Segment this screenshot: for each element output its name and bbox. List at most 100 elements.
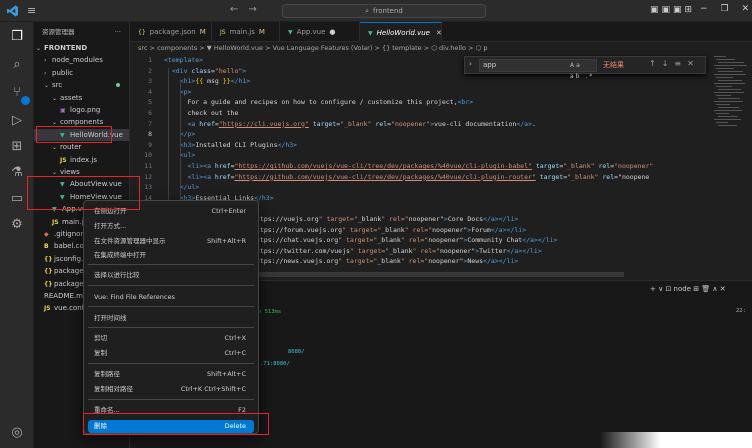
minimize-icon[interactable]: −	[700, 4, 721, 14]
tab-main-js[interactable]: JS main.js M	[212, 22, 280, 42]
code-line: <h3>Installed CLI Plugins</h3>	[179, 140, 298, 149]
account-icon[interactable]: ◎	[8, 424, 26, 442]
context-menu-item[interactable]: 删除 Delete	[88, 420, 254, 433]
code-line: ttps://chat.vuejs.org" target="_blank" r…	[256, 236, 558, 245]
minimap-line	[718, 62, 744, 63]
find-options[interactable]: Aa ab .*	[570, 60, 596, 82]
context-menu-item[interactable]: 在集成终端中打开	[88, 249, 254, 262]
img-file-icon: ▣	[60, 107, 66, 114]
chevron-down-icon[interactable]: ⌄	[36, 43, 44, 55]
context-menu-item[interactable]: 打开时间线	[88, 312, 254, 325]
tree-item[interactable]: › public	[34, 67, 129, 80]
more-actions-icon[interactable]: ···	[115, 22, 121, 42]
tree-item[interactable]: ▼ AboutView.vue	[34, 178, 129, 190]
find-result-status: 无结果	[603, 61, 624, 69]
menu-separator	[88, 363, 254, 364]
command-center-search[interactable]: ⌕ frontend	[282, 4, 486, 18]
tree-item[interactable]: ⌄ components	[34, 116, 129, 129]
extensions-icon[interactable]: ⊞	[8, 138, 26, 156]
tab-state-badge: M	[258, 28, 265, 36]
tree-item-label: index.js	[70, 155, 97, 164]
next-match-icon[interactable]: ↓	[662, 59, 675, 68]
panel-toolbar[interactable]: + ∨ ⊡ node ⊞ 🗑 ∧ ✕	[650, 285, 726, 293]
tree-item[interactable]: ⌄ src	[34, 79, 129, 92]
gitlens-icon[interactable]: ⚙	[8, 216, 26, 234]
context-menu-item[interactable]: 剪切 Ctrl+X	[88, 332, 254, 345]
breadcrumb[interactable]: src > components > ▼ HelloWorld.vue > Vu…	[130, 42, 752, 54]
tree-item-label: AboutView.vue	[70, 180, 122, 189]
previous-match-icon[interactable]: ↑	[649, 59, 662, 68]
remote-explorer-icon[interactable]: ▭	[8, 190, 26, 208]
tab-helloworld-vue[interactable]: ▼ HelloWorld.vue ✕	[360, 22, 442, 42]
code-line: ttps://news.vuejs.org" target="_blank" r…	[256, 257, 519, 266]
minimap[interactable]	[714, 54, 752, 134]
tree-item[interactable]: ⌄ FRONTEND	[34, 42, 129, 55]
chevron-down-icon[interactable]: ⌄	[52, 142, 60, 154]
search-text: frontend	[373, 7, 403, 15]
toggle-secondary-sidebar-icon[interactable]: ▣	[673, 5, 685, 15]
context-menu-item[interactable]: Vue: Find File References	[88, 291, 254, 304]
nav-arrows: ←→	[230, 4, 267, 15]
chevron-down-icon[interactable]: ⌄	[52, 93, 60, 105]
terminal-time: 22:	[736, 308, 746, 314]
activity-bar: ❐ ⌕ ⑂ ▷ ⊞ ⚗ ▭ ⚙ ◎	[0, 22, 34, 448]
run-debug-icon[interactable]: ▷	[8, 112, 26, 130]
context-menu-item[interactable]: 复制 Ctrl+C	[88, 347, 254, 360]
toggle-sidebar-icon[interactable]: ▣	[650, 5, 662, 15]
tree-item[interactable]: ▼ HelloWorld.vue	[34, 128, 129, 141]
testing-icon[interactable]: ⚗	[8, 164, 26, 182]
menu-item-shortcut: Delete	[224, 422, 246, 430]
search-view-icon[interactable]: ⌕	[8, 56, 26, 74]
close-window-icon[interactable]: ✕	[742, 4, 752, 14]
editor-tabs: {} package.json M JS main.js M ▼ App.vue ● ▼ Hello…	[130, 22, 752, 42]
tree-item[interactable]: JS index.js	[34, 154, 129, 166]
title-bar: ≡ ←→ ⌕frontend ▣▣▣⊞ −❐✕	[0, 0, 752, 22]
context-menu-item[interactable]: 在文件资源管理器中显示 Shift+Alt+R	[88, 235, 254, 248]
tab-file-icon: ▼	[368, 30, 373, 37]
json-file-icon: {}	[44, 280, 53, 288]
tree-item[interactable]: › node_modules	[34, 54, 129, 67]
vue-file-icon: ▼	[60, 193, 65, 201]
context-menu-item[interactable]: 复制相对路径 Ctrl+K Ctrl+Shift+C	[88, 383, 254, 396]
minimap-line	[714, 101, 743, 102]
context-menu-item[interactable]: 重命名... F2	[88, 404, 254, 417]
chevron-right-icon[interactable]: ›	[44, 68, 52, 80]
close-find-icon[interactable]: ✕	[687, 59, 700, 68]
tab-package-json[interactable]: {} package.json M	[130, 22, 212, 42]
tree-item[interactable]: ⌄ views	[34, 166, 129, 179]
minimap-line	[716, 122, 728, 123]
tree-item[interactable]: ⌄ assets	[34, 92, 129, 105]
context-menu-item[interactable]: 打开方式...	[88, 220, 254, 233]
menu-item-label: Vue: Find File References	[94, 293, 175, 301]
chevron-down-icon[interactable]: ⌄	[52, 167, 60, 179]
chevron-down-icon[interactable]: ⌄	[44, 80, 52, 92]
toggle-panel-icon[interactable]: ▣	[662, 5, 674, 15]
explorer-icon[interactable]: ❐	[8, 28, 26, 46]
context-menu-item[interactable]: 复制路径 Shift+Alt+C	[88, 368, 254, 381]
restore-icon[interactable]: ❐	[721, 4, 742, 14]
code-line: check out the	[164, 109, 239, 117]
forward-arrow-icon[interactable]: →	[248, 4, 266, 15]
menu-item-label: 打开时间线	[94, 314, 127, 322]
find-nav-controls: ↑↓≡✕	[649, 59, 700, 68]
minimap-line	[718, 107, 739, 108]
close-tab-icon[interactable]: ✕	[436, 29, 442, 37]
toggle-replace-icon[interactable]: ›	[469, 60, 472, 68]
context-menu-item[interactable]: 选择以进行比较	[88, 269, 254, 282]
find-input[interactable]: app Aa ab .*	[479, 59, 597, 80]
hamburger-menu-icon[interactable]: ≡	[27, 4, 36, 17]
tab-state-badge: M	[199, 28, 206, 36]
find-in-selection-icon[interactable]: ≡	[674, 59, 687, 68]
menu-separator	[88, 285, 254, 286]
context-menu-item[interactable]: 在侧边打开 Ctrl+Enter	[88, 205, 254, 218]
customize-layout-icon[interactable]: ⊞	[685, 5, 696, 15]
chevron-right-icon[interactable]: ›	[44, 55, 52, 67]
tree-item[interactable]: ⌄ router	[34, 141, 129, 154]
chevron-down-icon[interactable]: ⌄	[52, 117, 60, 129]
code-line: ttps://vuejs.org" target="_blank" rel="n…	[256, 215, 519, 223]
tree-item[interactable]: ▣ logo.png	[34, 104, 129, 116]
tab-app-vue[interactable]: ▼ App.vue ●	[280, 22, 360, 42]
back-arrow-icon[interactable]: ←	[230, 4, 248, 15]
terminal-line: 8080/	[288, 349, 305, 355]
tab-label: App.vue	[296, 28, 326, 36]
